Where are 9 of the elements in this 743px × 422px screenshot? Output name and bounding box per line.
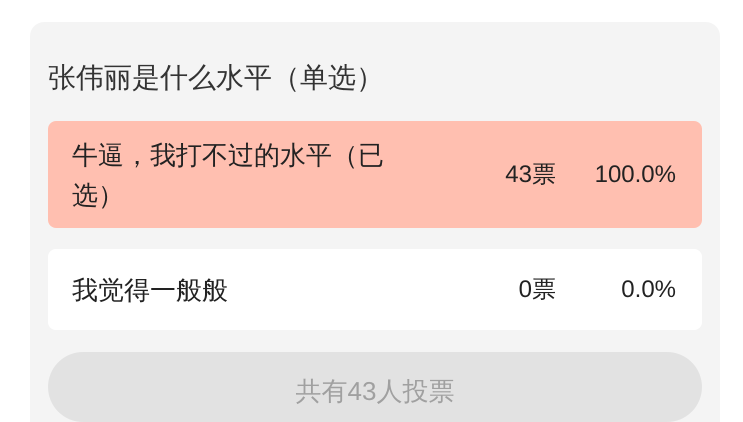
vote-count: 0票 <box>518 274 556 304</box>
vote-percent: 100.0% <box>594 160 676 190</box>
poll-option[interactable]: 我觉得一般般 0票 0.0% <box>48 249 702 330</box>
option-label: 牛逼，我打不过的水平（已选） <box>72 138 385 212</box>
poll-option[interactable]: 牛逼，我打不过的水平（已选） 43票 100.0% <box>48 121 702 228</box>
poll-question: 张伟丽是什么水平（单选） <box>48 61 385 95</box>
vote-count: 43票 <box>505 160 556 190</box>
option-label: 我觉得一般般 <box>72 274 229 306</box>
vote-percent: 0.0% <box>620 274 676 304</box>
